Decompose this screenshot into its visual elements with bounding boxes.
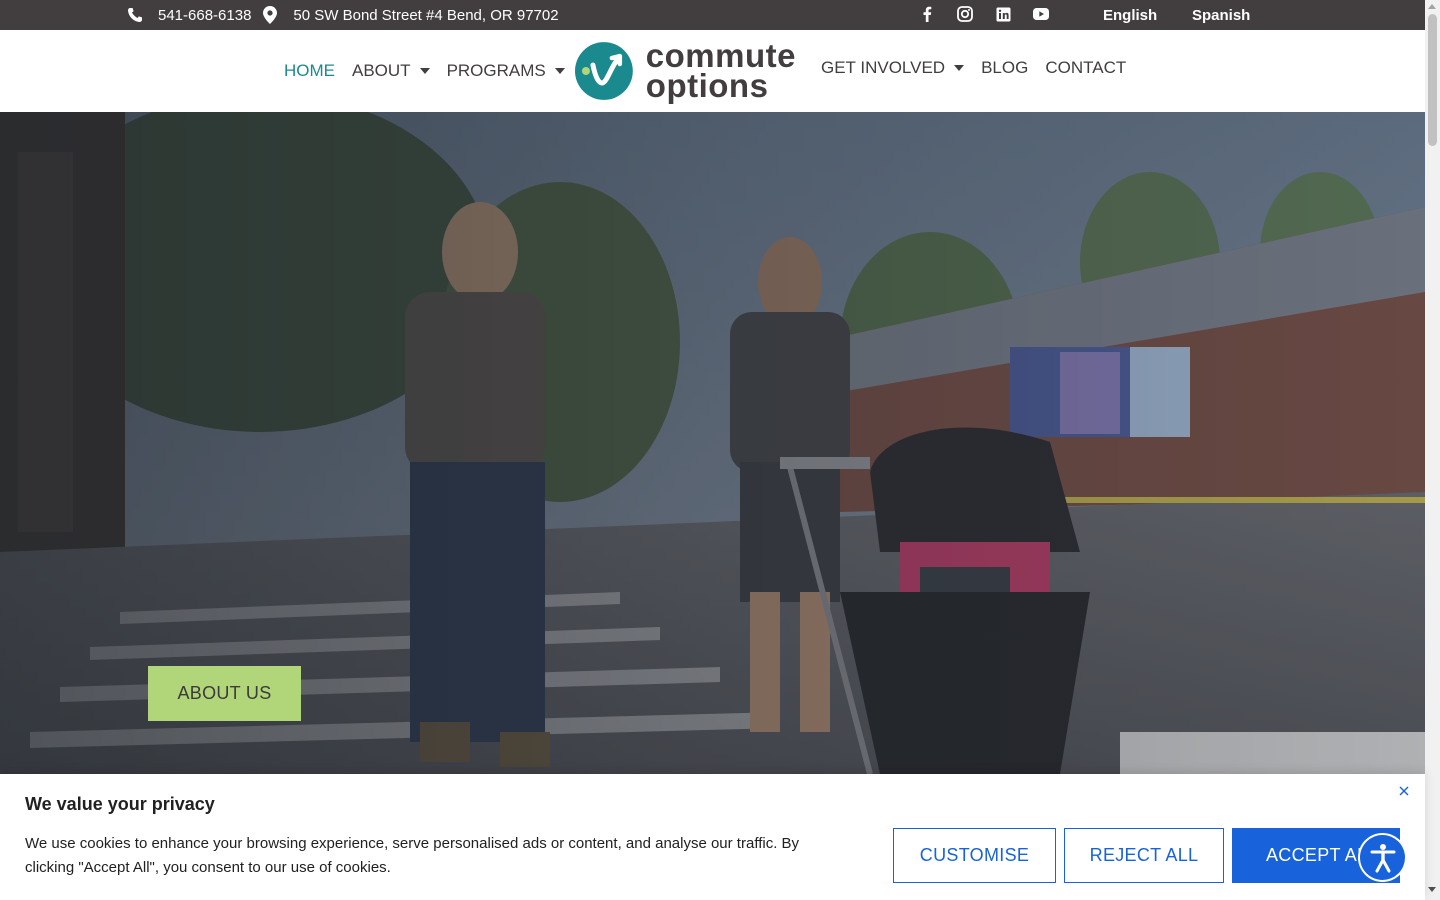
- language-english[interactable]: English: [1103, 0, 1157, 30]
- scroll-down-arrow-icon[interactable]: [1428, 887, 1436, 892]
- caret-down-icon: [419, 68, 430, 74]
- about-us-button[interactable]: ABOUT US: [148, 666, 301, 721]
- logo-mark-icon: [574, 42, 633, 100]
- address: 50 SW Bond Street #4 Bend, OR 97702: [293, 6, 559, 24]
- main-nav-left: HOME ABOUT PROGRAMS: [284, 30, 582, 112]
- location-pin-icon: [261, 6, 279, 24]
- facebook-icon[interactable]: [918, 5, 936, 23]
- cookie-title: We value your privacy: [25, 794, 215, 814]
- nav-contact[interactable]: CONTACT: [1045, 58, 1126, 78]
- instagram-icon[interactable]: [956, 5, 974, 23]
- cookie-consent-banner: We value your privacy We use cookies to …: [0, 774, 1425, 900]
- nav-get-involved-label: GET INVOLVED: [821, 58, 946, 77]
- nav-get-involved[interactable]: GET INVOLVED: [821, 58, 965, 78]
- accessibility-icon: [1370, 843, 1395, 872]
- nav-blog[interactable]: BLOG: [981, 58, 1028, 78]
- caret-down-icon: [554, 68, 565, 74]
- nav-about-label: ABOUT: [352, 61, 411, 80]
- nav-home-label: HOME: [284, 61, 335, 80]
- close-icon[interactable]: [1397, 784, 1411, 798]
- nav-programs[interactable]: PROGRAMS: [447, 61, 565, 81]
- logo-wordmark: commute options: [645, 39, 796, 104]
- linkedin-icon[interactable]: [994, 5, 1012, 23]
- site-header: HOME ABOUT PROGRAMS commute options GET …: [0, 30, 1425, 112]
- scroll-up-arrow-icon[interactable]: [1428, 4, 1436, 9]
- site-logo[interactable]: commute options: [574, 39, 796, 103]
- nav-about[interactable]: ABOUT: [352, 61, 430, 81]
- nav-programs-label: PROGRAMS: [446, 61, 546, 80]
- customise-button[interactable]: CUSTOMISE: [893, 828, 1056, 883]
- cookie-description: We use cookies to enhance your browsing …: [25, 835, 800, 876]
- nav-contact-label: CONTACT: [1045, 58, 1127, 77]
- logo-line-2: options: [645, 67, 769, 104]
- language-spanish[interactable]: Spanish: [1192, 0, 1250, 30]
- scrollbar-thumb[interactable]: [1428, 14, 1437, 146]
- page-scrollbar[interactable]: [1425, 0, 1440, 900]
- phone-icon: [126, 6, 144, 24]
- accessibility-button[interactable]: [1360, 835, 1405, 880]
- phone-number[interactable]: 541-668-6138: [158, 7, 251, 24]
- hero-section: ABOUT US: [0, 112, 1425, 774]
- nav-blog-label: BLOG: [981, 58, 1029, 77]
- top-bar: 541-668-6138 50 SW Bond Street #4 Bend, …: [0, 0, 1425, 30]
- caret-down-icon: [954, 65, 965, 71]
- page: 541-668-6138 50 SW Bond Street #4 Bend, …: [0, 0, 1440, 900]
- youtube-icon[interactable]: [1032, 5, 1050, 23]
- main-nav-right: GET INVOLVED BLOG CONTACT: [821, 27, 1143, 109]
- contact-info: 541-668-6138 50 SW Bond Street #4 Bend, …: [126, 0, 559, 30]
- reject-all-button[interactable]: REJECT ALL: [1064, 828, 1224, 883]
- social-links: [918, 5, 1050, 23]
- nav-home[interactable]: HOME: [284, 61, 335, 81]
